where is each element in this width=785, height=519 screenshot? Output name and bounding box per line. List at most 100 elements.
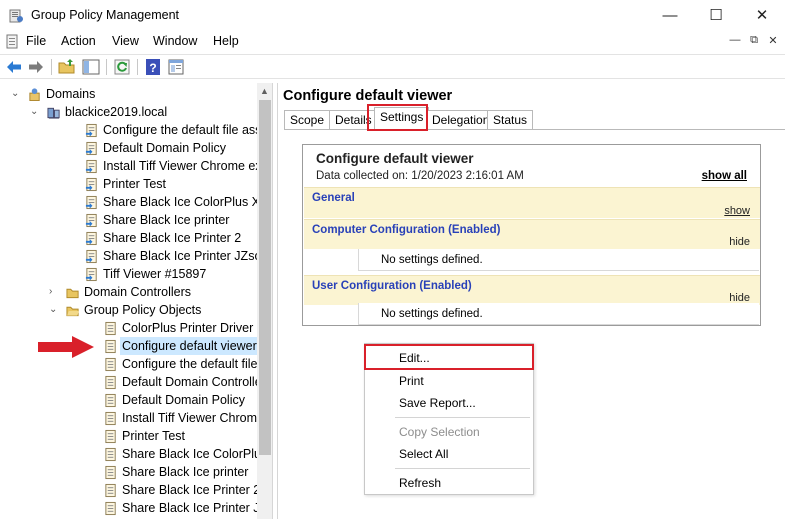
tree-vertical-scrollbar[interactable]: ▲ [257, 83, 272, 519]
forward-icon[interactable] [27, 58, 45, 76]
toolbar-separator [137, 59, 138, 75]
hide-toggle-link[interactable]: hide [729, 236, 750, 248]
tree-item-label: Share Black Ice Printer 2 [122, 483, 261, 497]
tree-item-gpo-link[interactable]: Default Domain Policy [0, 139, 257, 157]
tree-node-domain[interactable]: ⌄ blackice2019.local [0, 103, 257, 121]
show-tree-icon[interactable] [82, 58, 100, 76]
tree-item-label: Share Black Ice Printer JZs [122, 501, 273, 515]
tree-item-label: Share Black Ice ColorPlus X1 [103, 195, 267, 209]
help-icon[interactable]: ? [144, 58, 162, 76]
tree-node-group-policy-objects[interactable]: ⌄ Group Policy Objects [0, 301, 257, 319]
window-title: Group Policy Management [31, 8, 179, 22]
tree-item-label: Group Policy Objects [84, 303, 202, 317]
tree-item-gpo[interactable]: Default Domain Controlle [0, 373, 262, 391]
menu-item-save-report[interactable]: Save Report... [399, 396, 476, 410]
show-toggle-link[interactable]: show [724, 205, 750, 217]
gpo-icon [105, 447, 116, 462]
up-folder-icon[interactable] [58, 58, 76, 76]
tree-item-gpo-link[interactable]: Share Black Ice Printer JZsolt [0, 247, 268, 265]
report-collected-date: Data collected on: 1/20/2023 2:16:01 AM [316, 170, 524, 182]
tab-divider [284, 129, 785, 130]
gpo-link-icon [85, 231, 97, 246]
tab-status[interactable]: Status [487, 110, 534, 129]
tree-item-gpo-link[interactable]: Share Black Ice printer [0, 211, 257, 229]
folder-icon [66, 288, 79, 299]
edit-item-highlight [364, 344, 534, 370]
menu-help[interactable]: Help [213, 34, 239, 48]
mdi-minimize-button[interactable]: — [727, 34, 743, 50]
tree-item-label: Domain Controllers [84, 285, 191, 299]
console-tree[interactable]: ⌄ Domains ⌄ blackice2019.local Configure the… [0, 83, 273, 519]
menu-file[interactable]: File [26, 34, 46, 48]
scroll-thumb[interactable] [259, 100, 271, 455]
tree-item-label: Configure default viewer [120, 337, 259, 355]
menu-item-select-all[interactable]: Select All [399, 447, 448, 461]
menu-view[interactable]: View [112, 34, 139, 48]
tree-item-gpo[interactable]: Share Black Ice ColorPlus [0, 445, 267, 463]
collapse-chevron-icon[interactable]: ⌄ [49, 301, 59, 319]
gpo-icon [105, 429, 116, 444]
gpo-link-icon [85, 213, 97, 228]
tree-node-domains[interactable]: ⌄ Domains [0, 85, 257, 103]
maximize-button[interactable]: ☐ [693, 0, 739, 31]
menu-window[interactable]: Window [153, 34, 197, 48]
properties-icon[interactable] [167, 58, 185, 76]
gpo-icon [105, 321, 116, 336]
gpo-link-icon [85, 177, 97, 192]
back-icon[interactable] [5, 58, 23, 76]
tree-item-gpo-link[interactable]: Share Black Ice Printer 2 [0, 229, 257, 247]
tree-item-gpo-link[interactable]: Share Black Ice ColorPlus X1 [0, 193, 267, 211]
tree-item-label: Share Black Ice Printer JZsolt [103, 249, 268, 263]
tab-delegation[interactable]: Delegation [426, 110, 496, 129]
tree-item-gpo[interactable]: Share Black Ice printer [0, 463, 257, 481]
menu-item-print[interactable]: Print [399, 374, 424, 388]
gpo-icon [105, 501, 116, 516]
computer-no-settings: No settings defined. [358, 249, 759, 271]
collapse-chevron-icon[interactable]: ⌄ [11, 85, 21, 103]
tree-item-label: Configure the default file ass [103, 123, 262, 137]
menu-separator [395, 468, 530, 469]
tree-item-gpo[interactable]: Printer Test [0, 427, 257, 445]
mdi-close-button[interactable]: ✕ [765, 34, 781, 50]
tree-item-label: ColorPlus Printer Driver [122, 321, 254, 335]
gpo-link-icon [85, 267, 97, 282]
tab-scope[interactable]: Scope [284, 110, 331, 129]
collapse-chevron-icon[interactable]: ⌄ [30, 103, 40, 121]
menu-separator [395, 417, 530, 418]
tree-item-gpo-link[interactable]: Printer Test [0, 175, 257, 193]
refresh-icon[interactable] [113, 58, 131, 76]
menu-item-refresh[interactable]: Refresh [399, 476, 441, 490]
console-document-icon[interactable] [5, 34, 20, 49]
show-all-link[interactable]: show all [702, 170, 747, 182]
section-title: User Configuration (Enabled) [312, 280, 472, 292]
tree-item-gpo[interactable]: Install Tiff Viewer Chrome [0, 409, 264, 427]
tree-item-label: Printer Test [122, 429, 185, 443]
close-button[interactable]: ✕ [739, 0, 785, 31]
tree-item-gpo[interactable]: Share Black Ice Printer 2 [0, 481, 261, 499]
tree-item-gpo-link[interactable]: Configure the default file ass [0, 121, 261, 139]
menu-action[interactable]: Action [61, 34, 96, 48]
mdi-restore-button[interactable]: ⧉ [746, 34, 762, 50]
tree-item-gpo[interactable]: Share Black Ice Printer JZs [0, 499, 272, 517]
gpo-icon [105, 411, 116, 426]
expand-chevron-icon[interactable]: › [49, 283, 59, 301]
gpo-icon [105, 483, 116, 498]
tree-item-gpo-link[interactable]: Tiff Viewer #15897 [0, 265, 257, 283]
menu-item-copy-selection: Copy Selection [399, 425, 480, 439]
minimize-button[interactable]: — [647, 0, 693, 31]
toolbar: ? [0, 54, 785, 79]
toolbar-separator [106, 59, 107, 75]
tree-item-gpo[interactable]: ColorPlus Printer Driver [0, 319, 257, 337]
scroll-up-arrow-icon[interactable]: ▲ [260, 86, 269, 96]
menu-bar: File Action View Window Help — ⧉ ✕ [0, 31, 785, 53]
settings-tab-highlight [367, 104, 428, 131]
section-user-configuration: User Configuration (Enabled) hide [304, 275, 760, 305]
tree-item-label: Install Tiff Viewer Chrome [122, 411, 264, 425]
gpo-link-icon [85, 249, 97, 264]
tree-item-label: Share Black Ice ColorPlus [122, 447, 268, 461]
tree-item-gpo-link[interactable]: Install Tiff Viewer Chrome ext [0, 157, 265, 175]
gpo-link-icon [85, 195, 97, 210]
tree-item-label: Tiff Viewer #15897 [103, 267, 207, 281]
tree-item-gpo[interactable]: Default Domain Policy [0, 391, 257, 409]
tree-node-domain-controllers[interactable]: › Domain Controllers [0, 283, 257, 301]
